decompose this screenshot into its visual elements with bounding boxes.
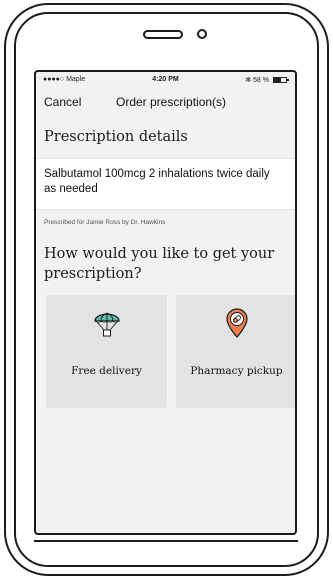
parachute-icon [94,312,120,337]
prescribed-by-text: Prescribed for Jamie Ross by Dr. Hawkins [44,219,166,226]
status-bar: ●●●●○ Maple 4:20 PM ✻ 58 % [36,72,295,88]
battery-nub [287,79,289,81]
pharmacy-pickup-option[interactable]: Pharmacy pickup [176,295,295,408]
speaker-slot [143,30,183,39]
battery-label: ✻ 58 % [245,76,269,84]
phone-bottom-line [34,540,298,542]
bluetooth-icon: ✻ [245,77,252,84]
app-screen: ●●●●○ Maple 4:20 PM ✻ 58 % Cancel Order … [34,70,297,535]
navigation-bar: Cancel Order prescription(s) [36,88,295,116]
free-delivery-option[interactable]: Free delivery [46,295,167,408]
battery-fill [274,78,281,82]
battery-percent: 58 % [253,77,269,84]
prescription-details-header: Prescription details [36,120,295,158]
cancel-button[interactable]: Cancel [44,95,81,109]
delivery-question: How would you like to get your prescript… [44,246,275,282]
free-delivery-label: Free delivery [71,365,142,377]
front-camera [197,29,207,39]
pill-location-pin-icon [226,308,248,338]
section-heading: Prescription details [44,129,188,145]
prescription-card: Salbutamol 100mcg 2 inhalations twice da… [36,158,295,210]
pharmacy-pickup-label: Pharmacy pickup [190,365,283,377]
medication-text: Salbutamol 100mcg 2 inhalations twice da… [44,168,270,195]
battery-icon [273,77,289,83]
page-title: Order prescription(s) [116,95,227,109]
